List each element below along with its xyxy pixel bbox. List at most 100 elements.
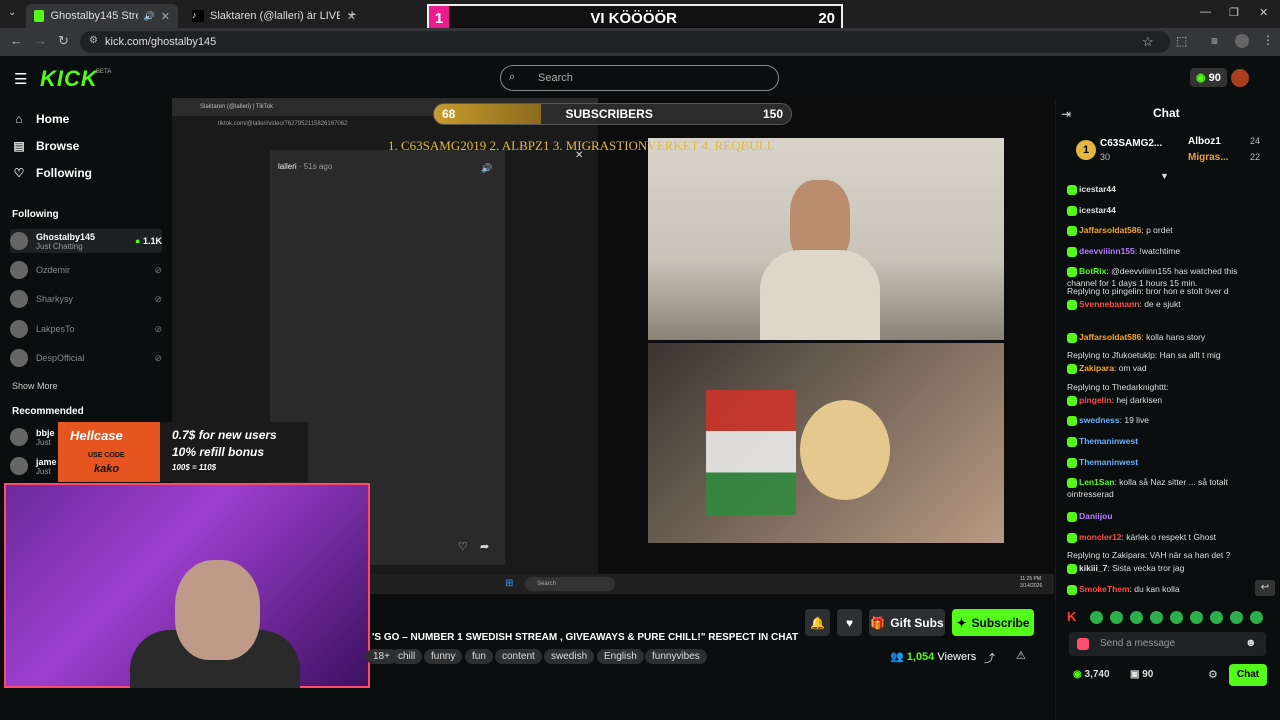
reload-icon[interactable]: ↻ (58, 33, 69, 49)
chat-username[interactable]: SmokeThem (1079, 584, 1130, 594)
chat-username[interactable]: swedness (1079, 415, 1120, 425)
following-channel[interactable]: LakpesTo ⊘ (10, 317, 162, 341)
audio-icon[interactable]: 🔊 (144, 11, 155, 22)
close-tab-icon[interactable]: ✕ (161, 10, 170, 23)
tab-tiktok[interactable]: ♪ Slaktaren (@lalleri) är LIVE - Tik ✕ (184, 4, 364, 28)
new-tab-icon[interactable]: + (348, 6, 356, 22)
subscriber-goal: 150 (762, 107, 783, 121)
gift-count[interactable]: ▣ 90 (1130, 669, 1153, 680)
clock-time: 11:25 PM (1020, 576, 1042, 582)
chat-username[interactable]: Svennebanann (1079, 299, 1139, 309)
emote-icon[interactable] (1090, 611, 1103, 624)
chat-username[interactable]: Daniijou (1079, 511, 1113, 521)
promo-code: kako (94, 463, 120, 475)
back-icon[interactable]: ← (10, 33, 23, 48)
gifter-leaderboard: 1 C63SAMG2... 30 Alboz1 24 Migras... 22 (1066, 132, 1270, 170)
gift-subs-button[interactable]: 🎁 Gift Subs (869, 609, 945, 636)
scroll-to-bottom-icon[interactable]: ↩ (1255, 580, 1275, 596)
sidebar-item-browse[interactable]: ▤ Browse (12, 139, 79, 153)
close-window-icon[interactable]: ✕ (1259, 6, 1268, 19)
sidebar-item-label: Browse (36, 139, 80, 153)
subscribe-button[interactable]: ✦ Subscribe (952, 609, 1034, 636)
search-placeholder: Search (538, 72, 573, 84)
tag-content[interactable]: content (495, 649, 542, 664)
channel-name: Sharkysy (36, 294, 74, 304)
url-input[interactable]: kick.com/ghostalby145 (80, 31, 1170, 53)
hellcase-logo: Hellcase (70, 428, 123, 443)
forward-icon[interactable]: → (34, 33, 47, 48)
viewer-count-value: 1.1K (142, 236, 162, 246)
emote-icon[interactable] (1170, 611, 1183, 624)
chat-username[interactable]: Jaffarsoldat586 (1079, 225, 1141, 235)
subscriber-current: 68 (442, 107, 456, 121)
chat-username[interactable]: Len1San (1079, 477, 1114, 487)
bookmark-star-icon[interactable]: ☆ (1142, 34, 1154, 50)
chat-username[interactable]: Themaninwest (1079, 457, 1138, 467)
kick-logo[interactable]: KICK (40, 66, 98, 92)
chat-username[interactable]: moncler12 (1079, 532, 1122, 542)
kick-emote-icon[interactable]: K (1067, 609, 1076, 624)
chat-username[interactable]: pingelin (1079, 395, 1112, 405)
chat-username[interactable]: BotRix (1079, 266, 1106, 276)
following-channel[interactable]: DespOfficial ⊘ (10, 346, 162, 370)
emoji-picker-icon[interactable]: ☻ (1245, 637, 1257, 649)
follow-heart-button[interactable]: ♥ (837, 609, 862, 636)
chat-reply-context[interactable]: Replying to Jfukoetuklp: Han sa allt t m… (1067, 349, 1267, 361)
emote-icon[interactable] (1190, 611, 1203, 624)
tag-english[interactable]: English (597, 649, 644, 664)
tag-chill[interactable]: chill (391, 649, 423, 664)
points-badge[interactable]: ◉ 90 (1190, 68, 1227, 87)
notification-bell-button[interactable]: 🔔 (805, 609, 830, 636)
chat-username[interactable]: deevviiinn155 (1079, 246, 1135, 256)
tiktok-favicon-icon: ♪ (192, 10, 204, 22)
leader-third-score: 22 (1250, 152, 1261, 162)
following-channel[interactable]: Ozdemir ⊘ (10, 258, 162, 282)
emote-icon[interactable] (1130, 611, 1143, 624)
media-control-icon[interactable]: ≡ (1211, 34, 1218, 48)
star-icon: ✦ (956, 615, 967, 630)
taskbar-clock: 11:25 PM 3/14/2026 (1020, 576, 1042, 590)
emote-icon[interactable] (1250, 611, 1263, 624)
extensions-icon[interactable]: ⬚ (1176, 34, 1187, 48)
sidebar-item-following[interactable]: ♡ Following (12, 166, 92, 180)
tag-funny[interactable]: funny (424, 649, 463, 664)
profile-avatar[interactable] (1235, 34, 1249, 48)
chat-send-button[interactable]: Chat (1229, 664, 1267, 686)
chat-username[interactable]: icestar44 (1079, 205, 1116, 215)
tag-swedish[interactable]: swedish (544, 649, 595, 664)
collapse-chat-icon[interactable]: ⇥ (1061, 107, 1071, 121)
emote-icon[interactable] (1210, 611, 1223, 624)
chat-username[interactable]: icestar44 (1079, 184, 1116, 194)
share-icon[interactable]: ⤴ (984, 650, 995, 666)
channel-points[interactable]: ◉ 3,740 (1073, 669, 1110, 680)
emote-icon[interactable] (1150, 611, 1163, 624)
search-input[interactable]: Search (500, 65, 779, 91)
emote-icon[interactable] (1230, 611, 1243, 624)
emote-icon[interactable] (1110, 611, 1123, 624)
tag-funnyvibes[interactable]: funnyvibes (645, 649, 707, 664)
pin-icon[interactable]: ▼ (1160, 171, 1169, 181)
sidebar-item-home[interactable]: ⌂ Home (12, 112, 69, 126)
following-channel[interactable]: Ghostalby145 Just Chatting ● 1.1K (10, 229, 162, 253)
chat-reply-context[interactable]: Replying to Zakipara: VAH när sa han det… (1067, 549, 1267, 561)
send-message-input[interactable]: Send a message (1069, 632, 1266, 656)
user-avatar[interactable] (1231, 69, 1249, 87)
chat-username[interactable]: kikiii_7 (1079, 563, 1107, 573)
chat-username[interactable]: Themaninwest (1079, 436, 1138, 446)
chat-settings-gear-icon[interactable]: ⚙ (1208, 668, 1218, 681)
site-info-icon[interactable]: ⚙ (89, 35, 98, 46)
minimize-icon[interactable]: — (1200, 6, 1211, 18)
chat-reply-context[interactable]: Replying to pingelin: bror hon e stolt ö… (1067, 285, 1267, 297)
chat-username[interactable]: Zakipara (1079, 363, 1114, 373)
following-channel[interactable]: Sharkysy ⊘ (10, 287, 162, 311)
show-more-link[interactable]: Show More (12, 381, 58, 391)
tab-list-chevron-icon[interactable]: ⌄ (8, 7, 16, 18)
tag-fun[interactable]: fun (465, 649, 493, 664)
chat-reply-context[interactable]: Replying to Thedarknighttt: (1067, 381, 1267, 393)
chat-username[interactable]: Jaffarsoldat586 (1079, 332, 1141, 342)
hamburger-menu-icon[interactable]: ☰ (14, 70, 27, 88)
maximize-icon[interactable]: ❐ (1229, 6, 1239, 19)
report-icon[interactable]: ⚠ (1016, 649, 1026, 662)
tab-ghostalby[interactable]: Ghostalby145 Stream - Wat 🔊 ✕ (26, 4, 178, 28)
menu-dots-icon[interactable]: ⋮ (1262, 33, 1274, 47)
